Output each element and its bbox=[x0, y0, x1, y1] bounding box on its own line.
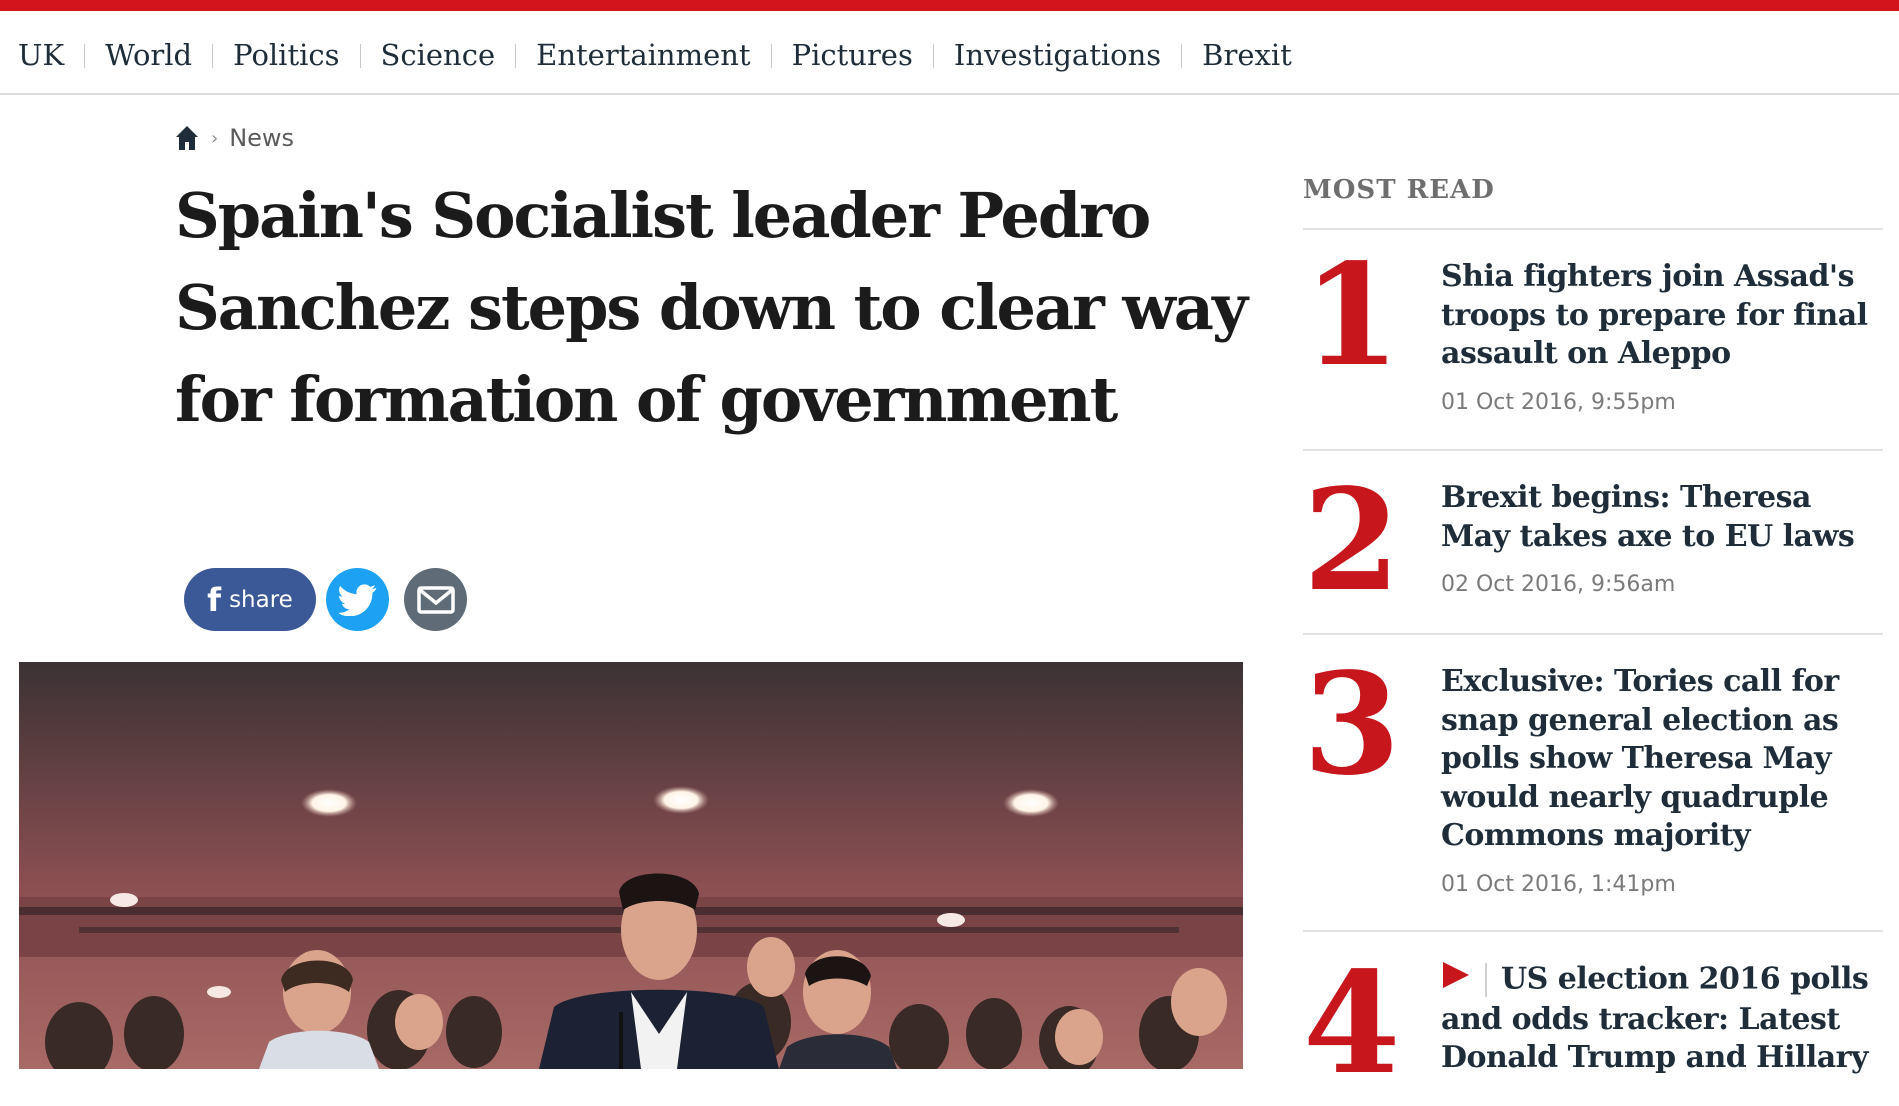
section-nav-list: UK World Politics Science Entertainment … bbox=[18, 41, 1292, 70]
nav-item-pictures[interactable]: Pictures bbox=[792, 41, 913, 70]
nav-divider bbox=[84, 43, 86, 68]
most-read-title: MOST READ bbox=[1303, 175, 1883, 230]
nav-item-world[interactable]: World bbox=[105, 41, 192, 70]
play-icon bbox=[1441, 960, 1471, 1001]
nav-item-entertainment[interactable]: Entertainment bbox=[536, 41, 750, 70]
nav-item-investigations[interactable]: Investigations bbox=[954, 41, 1161, 70]
brand-top-bar bbox=[0, 0, 1899, 11]
article-hero-image[interactable] bbox=[19, 662, 1243, 1069]
most-read-item[interactable]: 1 Shia fighters join Assad's troops to p… bbox=[1303, 230, 1883, 451]
press-conference-photo bbox=[19, 662, 1243, 1069]
nav-item-uk[interactable]: UK bbox=[18, 41, 64, 70]
home-icon[interactable] bbox=[175, 125, 199, 151]
most-read-item[interactable]: 2 Brexit begins: Theresa May takes axe t… bbox=[1303, 451, 1883, 635]
breadcrumb-chevron: › bbox=[211, 127, 219, 149]
most-read-rank: 3 bbox=[1303, 643, 1401, 807]
most-read-text: Exclusive: Tories call for snap general … bbox=[1441, 663, 1881, 897]
most-read-item[interactable]: 4 US election 2016 polls and odds tracke… bbox=[1303, 932, 1883, 1106]
breadcrumb: › News bbox=[175, 124, 294, 152]
most-read-headline[interactable]: Brexit begins: Theresa May takes axe to … bbox=[1441, 479, 1881, 556]
most-read-panel: MOST READ 1 Shia fighters join Assad's t… bbox=[1303, 175, 1883, 1106]
twitter-icon bbox=[338, 583, 376, 616]
section-nav: UK World Politics Science Entertainment … bbox=[0, 11, 1899, 95]
nav-divider bbox=[770, 43, 772, 68]
nav-divider bbox=[359, 43, 361, 68]
email-share-button[interactable] bbox=[404, 568, 467, 631]
most-read-date: 01 Oct 2016, 9:55pm bbox=[1441, 389, 1676, 415]
nav-divider bbox=[212, 43, 214, 68]
most-read-date: 02 Oct 2016, 9:56am bbox=[1441, 572, 1676, 597]
email-icon bbox=[416, 585, 455, 614]
most-read-headline: US election 2016 polls and odds tracker:… bbox=[1441, 960, 1881, 1078]
facebook-share-label: share bbox=[229, 586, 293, 613]
twitter-share-button[interactable] bbox=[326, 568, 389, 631]
most-read-headline-text[interactable]: US election 2016 polls and odds tracker:… bbox=[1441, 961, 1869, 1075]
nav-divider bbox=[515, 43, 517, 68]
most-read-rank: 4 bbox=[1303, 942, 1401, 1106]
home-icon-glyph bbox=[176, 126, 198, 150]
article-headline: Spain's Socialist leader Pedro Sanchez s… bbox=[175, 179, 1248, 436]
most-read-headline[interactable]: Shia fighters join Assad's troops to pre… bbox=[1441, 258, 1881, 374]
share-buttons: f share bbox=[184, 568, 467, 631]
most-read-text: US election 2016 polls and odds tracker:… bbox=[1441, 960, 1881, 1078]
facebook-share-button[interactable]: f share bbox=[184, 568, 316, 631]
nav-item-brexit[interactable]: Brexit bbox=[1202, 41, 1292, 70]
most-read-text: Shia fighters join Assad's troops to pre… bbox=[1441, 258, 1881, 415]
nav-item-science[interactable]: Science bbox=[381, 41, 496, 70]
most-read-date: 01 Oct 2016, 1:41pm bbox=[1441, 871, 1676, 897]
most-read-item[interactable]: 3 Exclusive: Tories call for snap genera… bbox=[1303, 635, 1883, 932]
most-read-rank: 2 bbox=[1303, 459, 1401, 623]
most-read-rank: 1 bbox=[1303, 234, 1401, 398]
nav-divider bbox=[932, 43, 934, 68]
nav-divider bbox=[1181, 43, 1183, 68]
most-read-text: Brexit begins: Theresa May takes axe to … bbox=[1441, 479, 1881, 597]
most-read-headline[interactable]: Exclusive: Tories call for snap general … bbox=[1441, 663, 1881, 856]
facebook-icon: f bbox=[207, 580, 222, 619]
video-divider bbox=[1485, 963, 1487, 998]
breadcrumb-section-link[interactable]: News bbox=[229, 124, 294, 152]
nav-item-politics[interactable]: Politics bbox=[233, 41, 339, 70]
